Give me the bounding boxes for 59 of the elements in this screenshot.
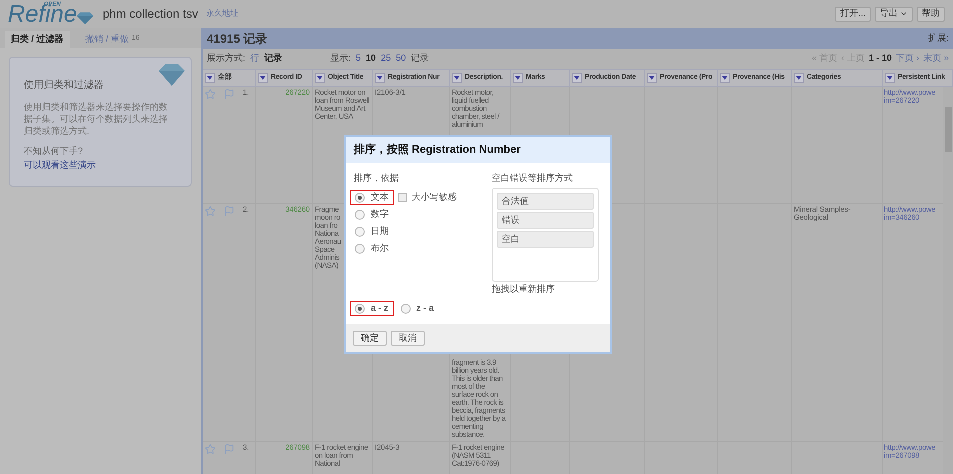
help-question: 不知从何下手? [24, 145, 84, 158]
extensions-label: 扩展: [928, 32, 949, 45]
radio-button[interactable] [355, 210, 365, 220]
radio-option[interactable]: 数字 [350, 207, 394, 222]
radio-option[interactable]: 文本 [350, 190, 394, 205]
dropdown-icon[interactable] [720, 73, 730, 83]
radio-button[interactable] [355, 192, 365, 202]
dialog-button[interactable]: 取消 [391, 330, 425, 346]
dropdown-icon[interactable] [315, 73, 325, 83]
record-count: 41915 记录 [207, 30, 268, 48]
checkbox[interactable] [398, 193, 407, 202]
page-size-link[interactable]: 50 [396, 52, 406, 66]
radio-option[interactable]: a - z [350, 301, 394, 316]
order-hint: 拖拽以重新排序 [492, 284, 555, 295]
project-name: phm collection tsv [103, 6, 198, 23]
dropdown-icon[interactable] [375, 73, 385, 83]
dropdown-icon[interactable] [572, 73, 582, 83]
radio-option[interactable]: 布尔 [350, 241, 394, 256]
view-label: 展示方式: [207, 52, 246, 66]
radio-option[interactable]: z - a [396, 301, 440, 316]
order-label: 空白错误等排序方式 [492, 173, 573, 184]
caret-icon [900, 10, 908, 18]
dropdown-icon[interactable] [452, 73, 462, 83]
star-icon[interactable] [205, 444, 216, 455]
order-item[interactable]: 合法值 [497, 193, 594, 210]
case-sensitive-checkbox[interactable]: 大小写敏感 [398, 190, 457, 204]
show-label: 显示: [330, 52, 352, 66]
sort-by-label: 排序，依据 [354, 173, 399, 184]
page-size-link[interactable]: 5 [356, 52, 362, 66]
dropdown-icon[interactable] [885, 73, 895, 83]
radio-button[interactable] [400, 304, 411, 314]
dialog-button[interactable]: 确定 [353, 330, 387, 346]
help-title: 使用归类和过滤器 [24, 78, 104, 93]
radio-button[interactable] [355, 226, 365, 236]
dropdown-icon[interactable] [647, 73, 657, 83]
dropdown-icon[interactable] [513, 73, 523, 83]
view-mode-link[interactable]: 记录 [264, 52, 283, 66]
page-size-link[interactable]: 10 [366, 52, 376, 66]
show-suffix: 记录 [411, 52, 430, 66]
star-icon[interactable] [205, 89, 216, 100]
page-size-link[interactable]: 25 [381, 52, 392, 66]
toolbar-button[interactable]: 导出 [875, 6, 913, 22]
star-icon[interactable] [205, 206, 216, 217]
panel-tab[interactable]: 归类 / 过滤器 [5, 31, 70, 48]
page-range: 1 - 10 [868, 52, 892, 66]
order-item[interactable]: 空白 [497, 231, 594, 248]
radio-button[interactable] [355, 244, 365, 254]
radio-button[interactable] [355, 304, 365, 314]
dialog-title: 排序，按照 Registration Number [354, 142, 521, 158]
toolbar-button[interactable]: 打开... [835, 6, 871, 22]
radio-option[interactable]: 日期 [350, 224, 394, 239]
order-item[interactable]: 错误 [497, 212, 594, 229]
help-text: 使用归类和筛选器来选择要操作的数据子集。可以在每个数据列头来选择归类或筛选方式. [24, 101, 169, 137]
dropdown-icon[interactable] [258, 73, 268, 83]
dropdown-icon[interactable] [794, 73, 804, 83]
toolbar-button[interactable]: 帮助 [917, 6, 945, 22]
dropdown-icon[interactable] [205, 73, 215, 83]
diamond-icon [159, 64, 185, 86]
demo-link[interactable]: 可以观看这些演示 [24, 158, 96, 172]
